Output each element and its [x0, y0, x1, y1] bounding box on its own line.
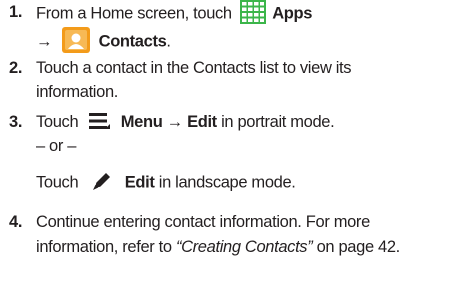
or-text: – or –: [36, 137, 77, 155]
edit-label: Edit: [124, 173, 155, 192]
step-text: Touch a contact in the Contacts list to …: [36, 59, 352, 77]
step-text: information, refer to: [36, 238, 172, 256]
step-number: 2.: [9, 59, 23, 77]
step-text: in landscape mode.: [158, 173, 296, 192]
apps-grid-icon: [239, 0, 266, 24]
apps-label: Apps: [272, 4, 313, 23]
step-number: 1.: [9, 3, 23, 21]
arrow: →: [36, 32, 53, 51]
period: .: [166, 32, 171, 51]
step-text: Touch: [36, 113, 79, 131]
menu-label: Menu: [120, 113, 163, 131]
page-reference: on page 42.: [312, 238, 401, 256]
step-text: Continue entering contact information. F…: [36, 213, 370, 231]
step-text: Touch: [36, 173, 79, 192]
edit-label: Edit: [187, 113, 217, 131]
instruction-page: 1. From a Home screen, touch Apps → Cont…: [0, 0, 467, 282]
step-text: information.: [36, 83, 119, 101]
pencil-icon: [91, 170, 113, 192]
arrow: →: [166, 113, 184, 131]
step-number: 4.: [9, 213, 23, 231]
step-number: 3.: [9, 113, 23, 131]
step-text: in portrait mode.: [221, 113, 335, 131]
step-text: From a Home screen, touch: [36, 4, 232, 23]
contacts-icon: [62, 27, 91, 53]
menu-icon: [88, 112, 111, 130]
contacts-label: Contacts: [98, 32, 167, 51]
cross-reference-link[interactable]: “Creating Contacts”: [176, 238, 313, 256]
